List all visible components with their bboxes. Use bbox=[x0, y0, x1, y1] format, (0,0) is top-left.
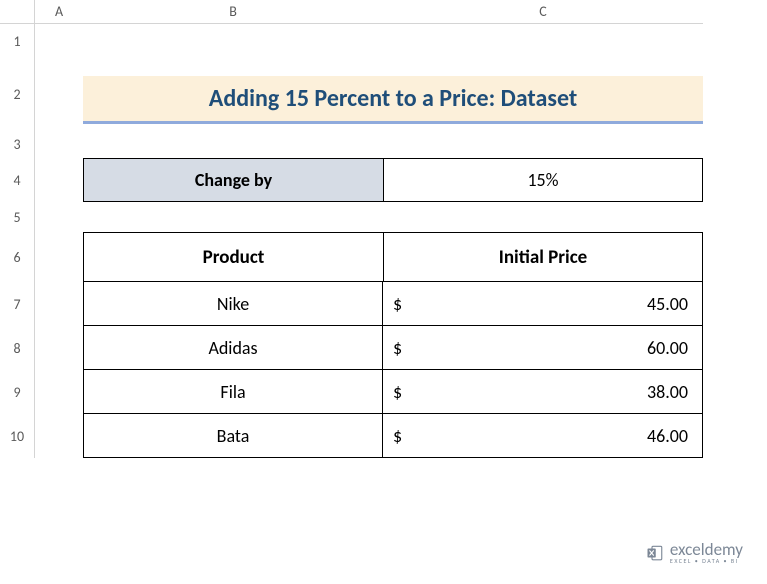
table-header-product[interactable]: Product bbox=[83, 232, 383, 282]
watermark: exceldemy EXCEL • DATA • BI bbox=[646, 541, 743, 564]
price-value: 46.00 bbox=[647, 425, 688, 447]
table-cell-price[interactable]: $ 60.00 bbox=[383, 326, 703, 370]
changeby-label-cell[interactable]: Change by bbox=[83, 158, 383, 202]
table-cell-product[interactable]: Bata bbox=[83, 414, 383, 458]
page-title: Adding 15 Percent to a Price: Dataset bbox=[83, 76, 703, 124]
table-cell-product[interactable]: Nike bbox=[83, 282, 383, 326]
spreadsheet-grid: A B C 1 2 Adding 15 Percent to a Price: … bbox=[0, 0, 767, 458]
cell[interactable] bbox=[35, 58, 83, 130]
cell[interactable] bbox=[35, 370, 83, 414]
select-all-corner[interactable] bbox=[0, 0, 35, 24]
watermark-brand: exceldemy bbox=[670, 541, 743, 558]
row-header-8[interactable]: 8 bbox=[0, 326, 35, 370]
table-header-price[interactable]: Initial Price bbox=[383, 232, 703, 282]
table-cell-product[interactable]: Adidas bbox=[83, 326, 383, 370]
cell[interactable] bbox=[35, 24, 703, 58]
cell[interactable] bbox=[35, 202, 703, 232]
watermark-tagline: EXCEL • DATA • BI bbox=[670, 558, 743, 564]
price-value: 60.00 bbox=[647, 337, 688, 359]
price-value: 38.00 bbox=[647, 381, 688, 403]
table-cell-price[interactable]: $ 46.00 bbox=[383, 414, 703, 458]
row-header-1[interactable]: 1 bbox=[0, 24, 35, 58]
row-header-9[interactable]: 9 bbox=[0, 370, 35, 414]
title-cell[interactable]: Adding 15 Percent to a Price: Dataset bbox=[83, 58, 703, 130]
table-cell-price[interactable]: $ 45.00 bbox=[383, 282, 703, 326]
row-header-2[interactable]: 2 bbox=[0, 58, 35, 130]
cell[interactable] bbox=[35, 158, 83, 202]
changeby-value-cell[interactable]: 15% bbox=[383, 158, 703, 202]
cell[interactable] bbox=[35, 232, 83, 282]
excel-icon bbox=[646, 544, 664, 562]
col-header-b[interactable]: B bbox=[83, 0, 383, 24]
table-cell-price[interactable]: $ 38.00 bbox=[383, 370, 703, 414]
row-header-7[interactable]: 7 bbox=[0, 282, 35, 326]
cell[interactable] bbox=[35, 414, 83, 458]
currency-symbol: $ bbox=[393, 293, 402, 315]
currency-symbol: $ bbox=[393, 381, 402, 403]
col-header-c[interactable]: C bbox=[383, 0, 703, 24]
table-cell-product[interactable]: Fila bbox=[83, 370, 383, 414]
cell[interactable] bbox=[35, 130, 703, 158]
price-value: 45.00 bbox=[647, 293, 688, 315]
row-header-3[interactable]: 3 bbox=[0, 130, 35, 158]
row-header-10[interactable]: 10 bbox=[0, 414, 35, 458]
row-header-5[interactable]: 5 bbox=[0, 202, 35, 232]
currency-symbol: $ bbox=[393, 425, 402, 447]
cell[interactable] bbox=[35, 282, 83, 326]
col-header-a[interactable]: A bbox=[35, 0, 83, 24]
row-header-6[interactable]: 6 bbox=[0, 232, 35, 282]
row-header-4[interactable]: 4 bbox=[0, 158, 35, 202]
currency-symbol: $ bbox=[393, 337, 402, 359]
cell[interactable] bbox=[35, 326, 83, 370]
